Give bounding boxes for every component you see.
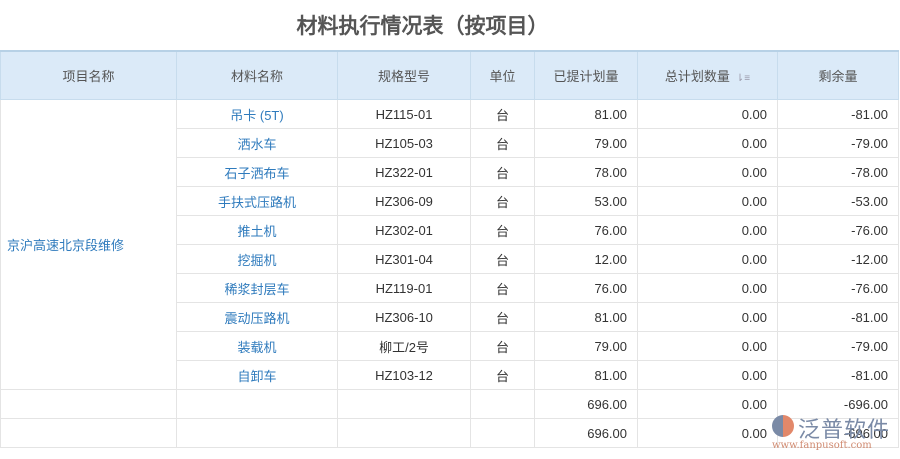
unit-cell: 台: [470, 186, 535, 216]
unit-cell: 台: [470, 273, 535, 303]
unit-cell: 台: [470, 215, 535, 245]
empty-cell: [470, 389, 535, 419]
spec-cell: HZ105-03: [337, 128, 471, 158]
page-title: 材料执行情况表（按项目）: [296, 15, 549, 38]
unit-cell: 台: [470, 360, 535, 390]
material-name-link[interactable]: 推土机: [176, 215, 338, 245]
empty-cell: [0, 389, 177, 419]
material-name-link[interactable]: 石子洒布车: [176, 157, 338, 187]
planned-qty-cell: 76.00: [534, 215, 638, 245]
remaining-qty-cell: -76.00: [777, 273, 899, 303]
empty-cell: [470, 418, 535, 448]
material-name-link[interactable]: 洒水车: [176, 128, 338, 158]
column-header[interactable]: 剩余量: [777, 50, 899, 100]
spec-cell: HZ115-01: [337, 99, 471, 129]
column-header[interactable]: 材料名称: [176, 50, 338, 100]
total-cell: 0.00: [637, 389, 778, 419]
remaining-qty-cell: -81.00: [777, 99, 899, 129]
empty-cell: [337, 418, 471, 448]
material-name-link[interactable]: 吊卡 (5T): [176, 99, 338, 129]
empty-cell: [176, 389, 338, 419]
remaining-qty-cell: -12.00: [777, 244, 899, 274]
planned-qty-cell: 79.00: [534, 128, 638, 158]
total-cell: 696.00: [534, 418, 638, 448]
remaining-qty-cell: -79.00: [777, 128, 899, 158]
material-name-link[interactable]: 自卸车: [176, 360, 338, 390]
material-name-link[interactable]: 装载机: [176, 331, 338, 361]
total-cell: 0.00: [637, 418, 778, 448]
remaining-qty-cell: -79.00: [777, 331, 899, 361]
remaining-qty-cell: -78.00: [777, 157, 899, 187]
total-plan-qty-cell: 0.00: [637, 273, 778, 303]
empty-cell: [176, 418, 338, 448]
planned-qty-cell: 53.00: [534, 186, 638, 216]
empty-cell: [337, 389, 471, 419]
remaining-qty-cell: -81.00: [777, 302, 899, 332]
spec-cell: HZ322-01: [337, 157, 471, 187]
planned-qty-cell: 79.00: [534, 331, 638, 361]
total-cell: 696.00: [534, 389, 638, 419]
total-plan-qty-cell: 0.00: [637, 157, 778, 187]
material-name-link[interactable]: 震动压路机: [176, 302, 338, 332]
spec-cell: HZ306-10: [337, 302, 471, 332]
table-row: 京沪高速北京段维修 吊卡 (5T) HZ115-01 台 81.00 0.00 -81.00: [0, 99, 899, 390]
column-header[interactable]: 单位: [470, 50, 535, 100]
spec-cell: HZ301-04: [337, 244, 471, 274]
material-name-link[interactable]: 挖掘机: [176, 244, 338, 274]
total-plan-qty-cell: 0.00: [637, 215, 778, 245]
planned-qty-cell: 12.00: [534, 244, 638, 274]
column-header[interactable]: 项目名称: [0, 50, 177, 100]
total-plan-qty-cell: 0.00: [637, 302, 778, 332]
planned-qty-cell: 81.00: [534, 302, 638, 332]
total-row: 696.00 0.00 -696.00: [0, 389, 899, 419]
material-name-link[interactable]: 稀浆封层车: [176, 273, 338, 303]
watermark: 泛普软件 www.fanpusoft.com: [772, 415, 891, 451]
column-header[interactable]: 总计划数量 ⇂≡: [637, 50, 778, 100]
remaining-qty-cell: -53.00: [777, 186, 899, 216]
total-plan-qty-cell: 0.00: [637, 128, 778, 158]
total-plan-qty-cell: 0.00: [637, 360, 778, 390]
empty-cell: [0, 418, 177, 448]
fanpu-logo-icon: [772, 415, 794, 437]
planned-qty-cell: 78.00: [534, 157, 638, 187]
planned-qty-cell: 81.00: [534, 99, 638, 129]
spec-cell: HZ119-01: [337, 273, 471, 303]
spec-cell: HZ306-09: [337, 186, 471, 216]
total-plan-qty-cell: 0.00: [637, 99, 778, 129]
column-header[interactable]: 规格型号: [337, 50, 471, 100]
material-name-link[interactable]: 手扶式压路机: [176, 186, 338, 216]
column-header[interactable]: 已提计划量: [534, 50, 638, 100]
spec-cell: 柳工/2号: [337, 331, 471, 361]
unit-cell: 台: [470, 99, 535, 129]
unit-cell: 台: [470, 157, 535, 187]
unit-cell: 台: [470, 128, 535, 158]
unit-cell: 台: [470, 331, 535, 361]
material-table: 项目名称 材料名称 规格型号 单位 已提计划量 总计划数量 ⇂≡ 剩余量 京沪高速北京段维修吊…: [0, 50, 899, 448]
unit-cell: 台: [470, 244, 535, 274]
sort-icon[interactable]: ⇂≡: [736, 73, 750, 84]
total-plan-qty-cell: 0.00: [637, 244, 778, 274]
spec-cell: HZ302-01: [337, 215, 471, 245]
total-row: 696.00 0.00 -696.00: [0, 418, 899, 448]
total-plan-qty-cell: 0.00: [637, 186, 778, 216]
spec-cell: HZ103-12: [337, 360, 471, 390]
planned-qty-cell: 76.00: [534, 273, 638, 303]
project-name-cell[interactable]: 京沪高速北京段维修: [0, 99, 177, 390]
remaining-qty-cell: -81.00: [777, 360, 899, 390]
planned-qty-cell: 81.00: [534, 360, 638, 390]
unit-cell: 台: [470, 302, 535, 332]
remaining-qty-cell: -76.00: [777, 215, 899, 245]
total-plan-qty-cell: 0.00: [637, 331, 778, 361]
